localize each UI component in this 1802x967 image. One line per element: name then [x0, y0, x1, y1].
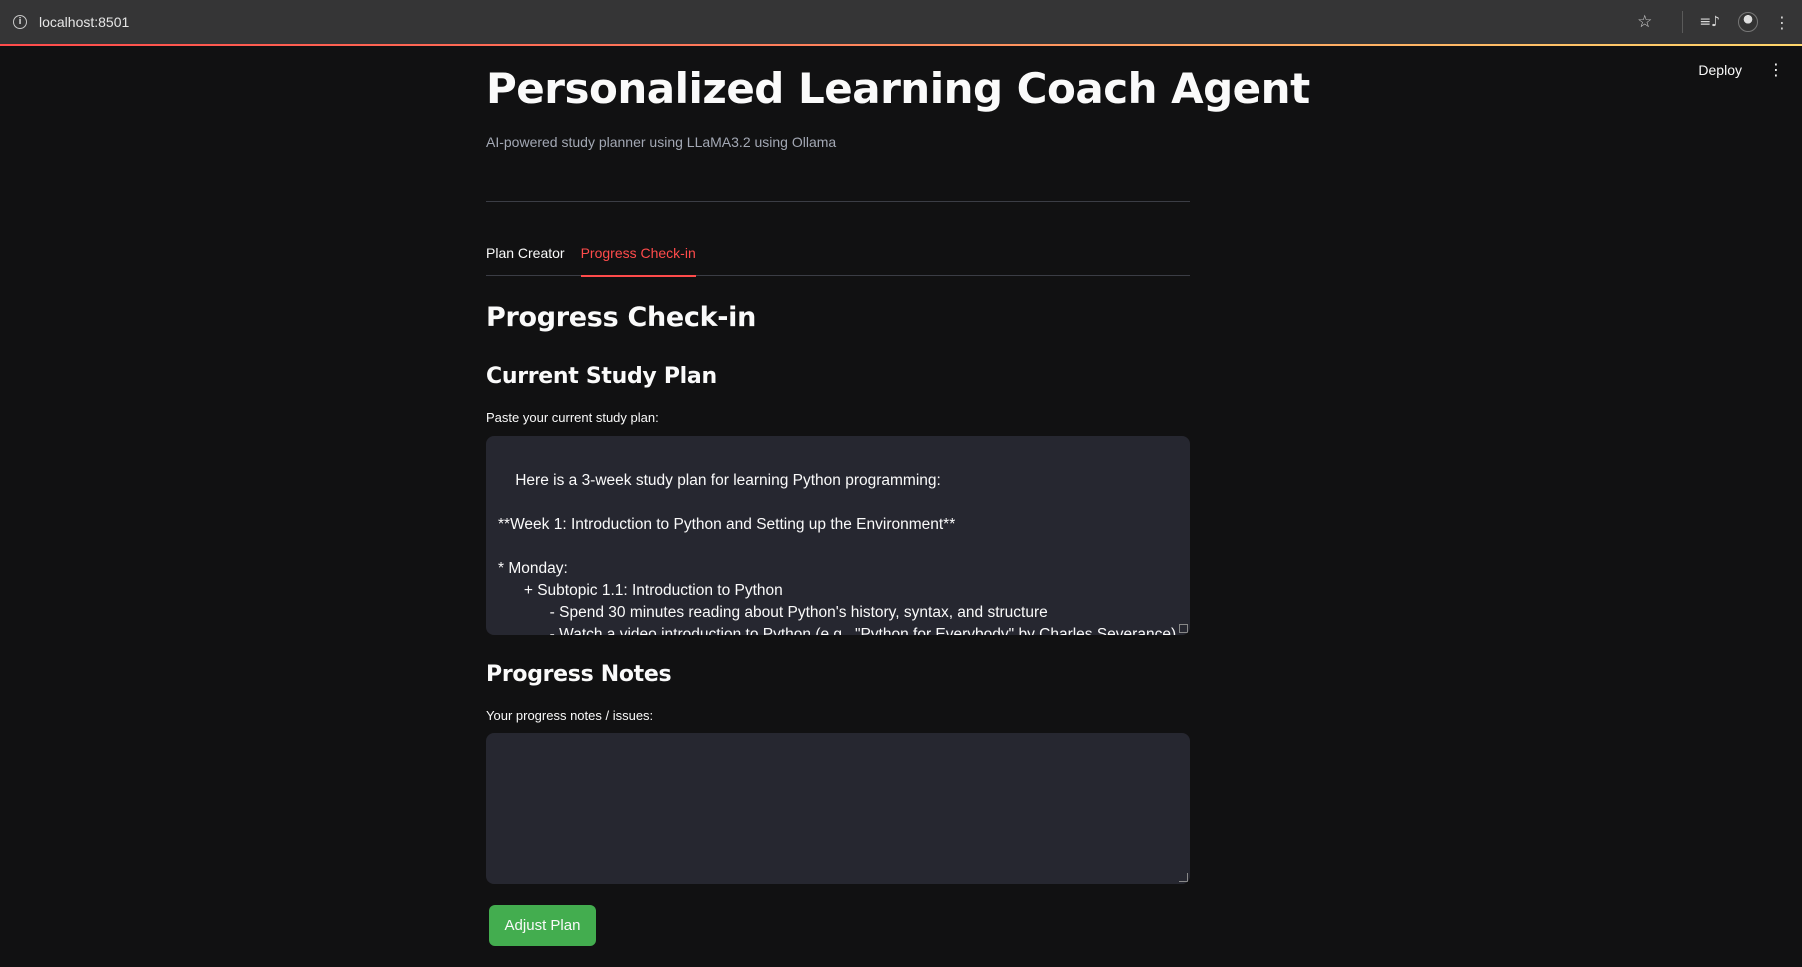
- study-plan-label: Paste your current study plan:: [486, 410, 659, 425]
- section-heading: Progress Check-in: [486, 302, 757, 333]
- progress-notes-heading: Progress Notes: [486, 662, 672, 687]
- media-controls-icon[interactable]: ≡♪: [1699, 14, 1720, 30]
- browser-toolbar: i localhost:8501 ☆ ≡♪ ⋮: [0, 0, 1802, 44]
- toolbar-divider: [1682, 11, 1684, 33]
- profile-avatar[interactable]: [1738, 12, 1758, 32]
- app-header: Deploy ⋮: [1698, 60, 1784, 79]
- app-menu-icon[interactable]: ⋮: [1768, 60, 1784, 79]
- site-info-icon[interactable]: i: [13, 15, 27, 29]
- study-plan-text: Here is a 3-week study plan for learning…: [498, 472, 1177, 635]
- tab-progress-check-in[interactable]: Progress Check-in: [580, 245, 696, 277]
- study-plan-heading: Current Study Plan: [486, 364, 717, 389]
- page-title: Personalized Learning Coach Agent: [486, 64, 1310, 113]
- tab-plan-creator[interactable]: Plan Creator: [486, 245, 565, 276]
- progress-notes-label: Your progress notes / issues:: [486, 708, 654, 723]
- resize-handle-icon[interactable]: [1179, 873, 1188, 882]
- progress-notes-textarea[interactable]: [486, 733, 1190, 884]
- deploy-button[interactable]: Deploy: [1698, 62, 1742, 78]
- tab-bar: Plan Creator Progress Check-in: [486, 245, 1190, 277]
- address-bar[interactable]: localhost:8501: [39, 14, 129, 30]
- resize-handle-icon[interactable]: [1179, 624, 1188, 633]
- browser-actions: ☆ ≡♪ ⋮: [1637, 0, 1802, 44]
- browser-menu-icon[interactable]: ⋮: [1774, 13, 1790, 32]
- page-subtitle: AI-powered study planner using LLaMA3.2 …: [486, 134, 837, 150]
- bookmark-star-icon[interactable]: ☆: [1637, 12, 1652, 32]
- adjust-plan-button[interactable]: Adjust Plan: [489, 905, 596, 946]
- header-divider: [486, 201, 1190, 202]
- study-plan-textarea[interactable]: Here is a 3-week study plan for learning…: [486, 436, 1190, 635]
- app-status-decoration: [0, 44, 1802, 46]
